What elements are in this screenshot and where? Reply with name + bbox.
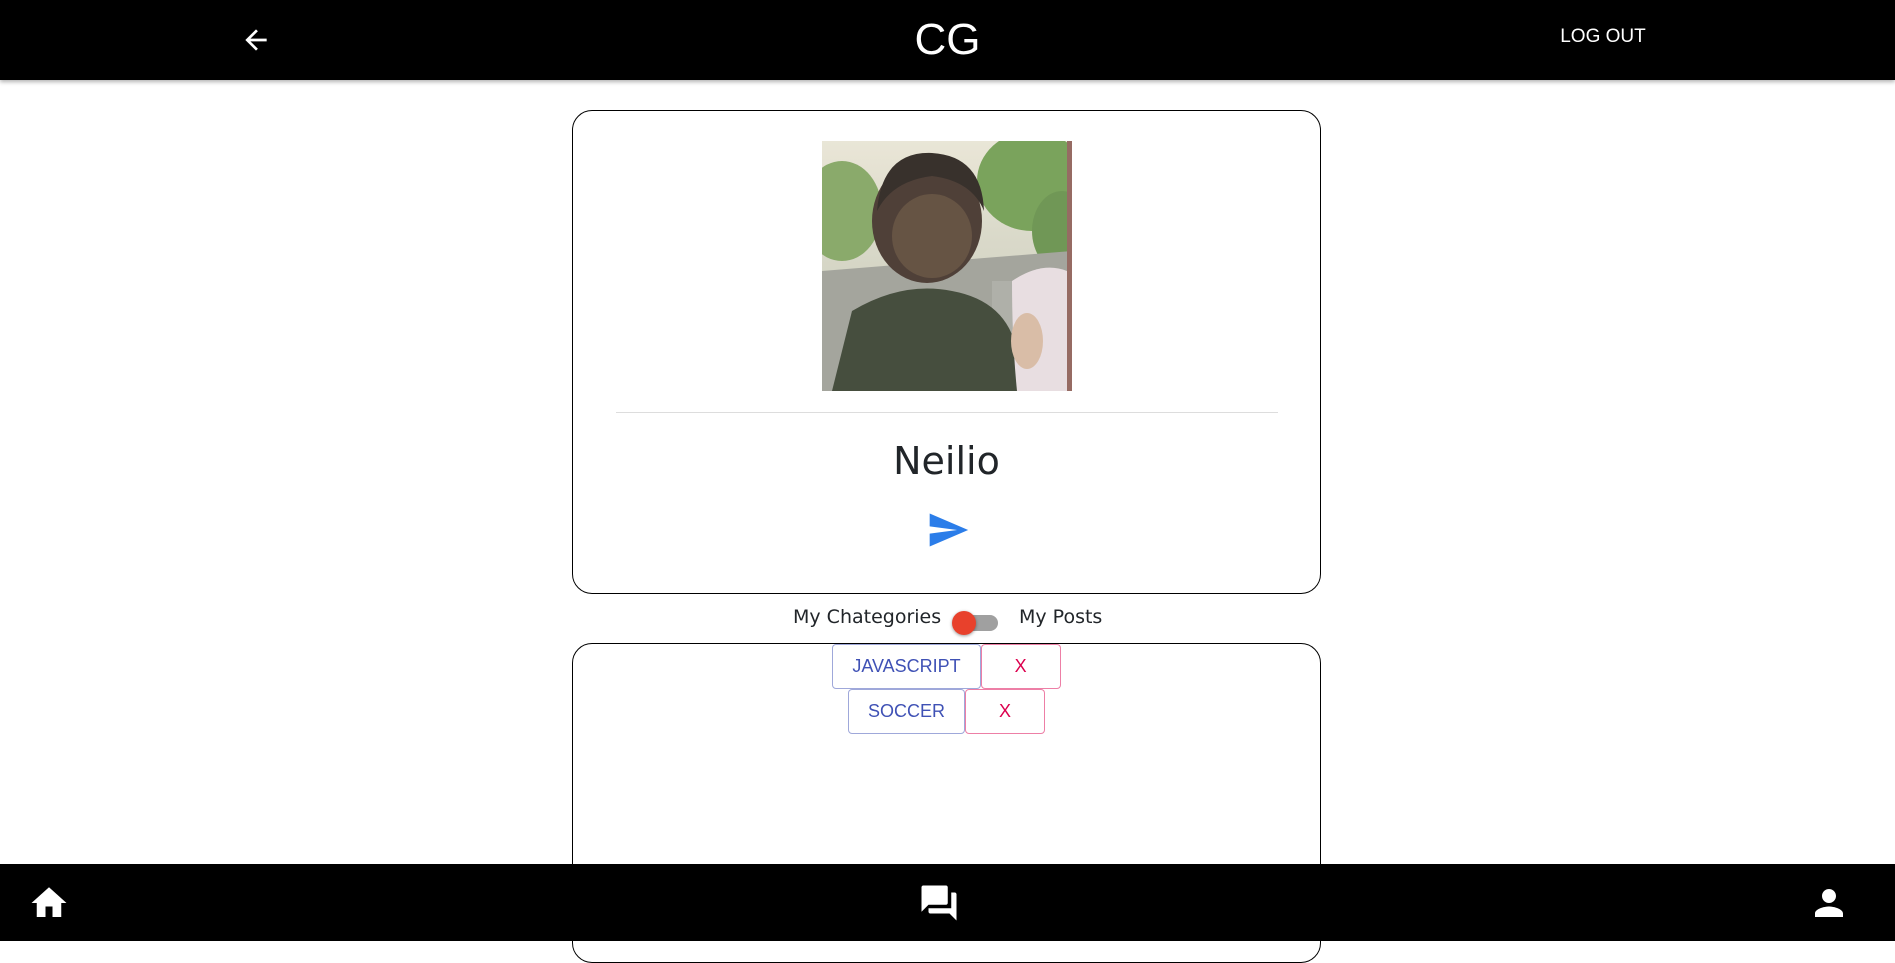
profile-divider: [616, 412, 1278, 413]
profile-card: Neilio: [572, 110, 1321, 594]
bottom-navigation: [0, 864, 1895, 941]
category-button[interactable]: SOCCER: [847, 689, 965, 734]
send-message-button[interactable]: [925, 507, 971, 553]
view-toggle-row: My Chategories My Posts: [0, 604, 1895, 636]
nav-profile-button[interactable]: [1808, 882, 1850, 924]
logout-button[interactable]: LOG OUT: [1548, 20, 1658, 54]
remove-category-button[interactable]: X: [980, 644, 1061, 689]
toggle-label-posts: My Posts: [1019, 606, 1103, 628]
person-icon: [1815, 889, 1843, 917]
profile-username: Neilio: [893, 439, 1000, 483]
send-icon: [929, 513, 969, 547]
forum-icon: [921, 885, 957, 921]
toggle-label-categories: My Chategories: [793, 606, 942, 628]
category-row: SOCCER X: [573, 689, 1320, 734]
home-icon: [31, 887, 67, 917]
top-app-bar: CG LOG OUT: [0, 0, 1895, 80]
remove-category-button[interactable]: X: [965, 689, 1045, 734]
nav-forum-button[interactable]: [918, 882, 960, 924]
category-row: JAVASCRIPT X: [573, 644, 1320, 689]
view-toggle-switch[interactable]: [952, 610, 998, 636]
avatar: [822, 141, 1072, 391]
category-button[interactable]: JAVASCRIPT: [832, 644, 981, 689]
switch-thumb: [952, 611, 976, 635]
nav-home-button[interactable]: [28, 882, 70, 924]
